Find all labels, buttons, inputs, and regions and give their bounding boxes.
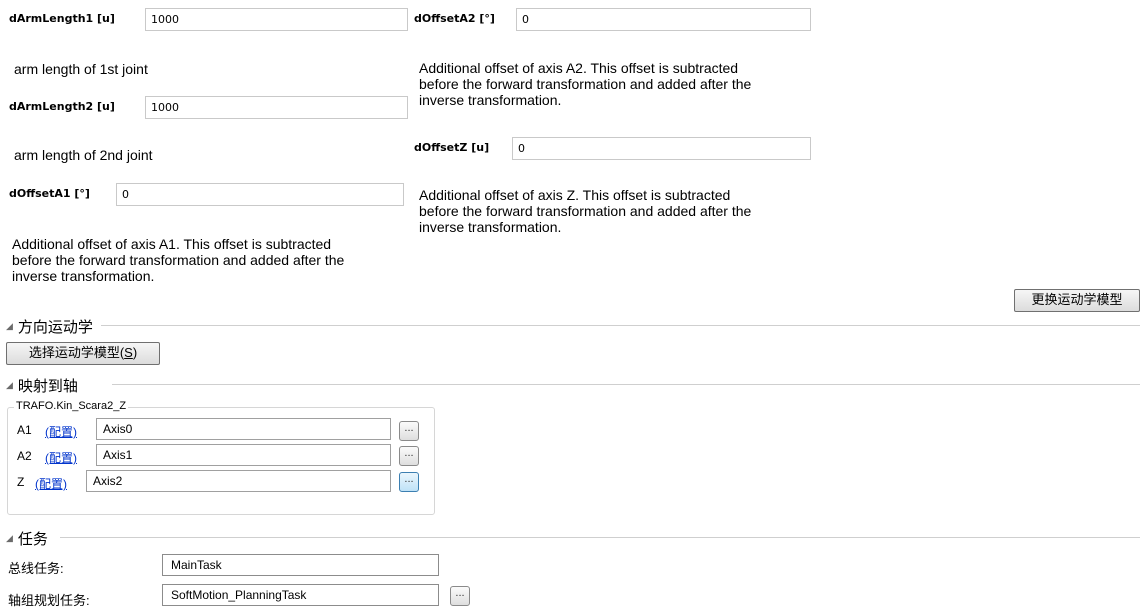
section-divider <box>101 325 1140 326</box>
planning-task-browse-button[interactable]: ... <box>450 586 470 606</box>
section-mapping-title: 映射到轴 <box>17 378 78 395</box>
axis-a2-browse-button[interactable]: ... <box>399 446 419 466</box>
arm-length2-label: dArmLength2 [u] <box>9 100 115 113</box>
arm-length2-description: arm length of 2nd joint <box>14 147 153 163</box>
axis-a1-config-link[interactable]: (配置) <box>45 423 77 440</box>
section-divider <box>112 384 1140 385</box>
section-mapping-header[interactable]: ◢ 映射到轴 <box>6 375 78 396</box>
section-task-title: 任务 <box>17 531 48 548</box>
change-kinematics-button[interactable]: 更换运动学模型 <box>1014 289 1140 312</box>
axis-z-field[interactable]: Axis2 <box>86 470 391 492</box>
axis-z-browse-button[interactable]: ... <box>399 472 419 492</box>
axis-a1-label: A1 <box>17 423 32 437</box>
planning-task-field[interactable]: SoftMotion_PlanningTask <box>162 584 439 606</box>
offset-z-label: dOffsetZ [u] <box>414 141 490 154</box>
offset-a2-field[interactable]: 0 <box>516 8 811 31</box>
axis-a1-browse-button[interactable]: ... <box>399 421 419 441</box>
offset-a1-label: dOffsetA1 [°] <box>9 187 90 200</box>
offset-z-field[interactable]: 0 <box>512 137 811 160</box>
axis-a2-label: A2 <box>17 449 32 463</box>
axis-a2-field[interactable]: Axis1 <box>96 444 391 466</box>
offset-a1-field[interactable]: 0 <box>116 183 404 206</box>
axis-a2-config-link[interactable]: (配置) <box>45 449 77 466</box>
axis-mapping-group-title: TRAFO.Kin_Scara2_Z <box>14 400 129 412</box>
planning-task-label: 轴组规划任务: <box>8 593 90 608</box>
axis-z-label: Z <box>17 475 25 489</box>
collapse-triangle-icon: ◢ <box>6 380 13 390</box>
section-orientation-header[interactable]: ◢ 方向运动学 <box>6 316 93 337</box>
offset-z-description: Additional offset of axis Z. This offset… <box>419 187 752 235</box>
select-kinematics-model-button[interactable]: 选择运动学模型(S) <box>6 342 160 365</box>
arm-length2-field[interactable]: 1000 <box>145 96 408 119</box>
axis-a1-field[interactable]: Axis0 <box>96 418 391 440</box>
section-orientation-title: 方向运动学 <box>17 319 93 336</box>
collapse-triangle-icon: ◢ <box>6 321 13 331</box>
section-divider <box>60 537 1140 538</box>
offset-a2-description: Additional offset of axis A2. This offse… <box>419 60 752 108</box>
offset-a2-label: dOffsetA2 [°] <box>414 12 495 25</box>
arm-length1-field[interactable]: 1000 <box>145 8 408 31</box>
section-task-header[interactable]: ◢ 任务 <box>6 528 48 549</box>
arm-length1-label: dArmLength1 [u] <box>9 12 115 25</box>
bus-task-field[interactable]: MainTask <box>162 554 439 576</box>
offset-a1-description: Additional offset of axis A1. This offse… <box>12 236 345 284</box>
arm-length1-description: arm length of 1st joint <box>14 61 148 77</box>
axis-z-config-link[interactable]: (配置) <box>35 475 67 492</box>
bus-task-label: 总线任务: <box>8 561 64 576</box>
collapse-triangle-icon: ◢ <box>6 533 13 543</box>
